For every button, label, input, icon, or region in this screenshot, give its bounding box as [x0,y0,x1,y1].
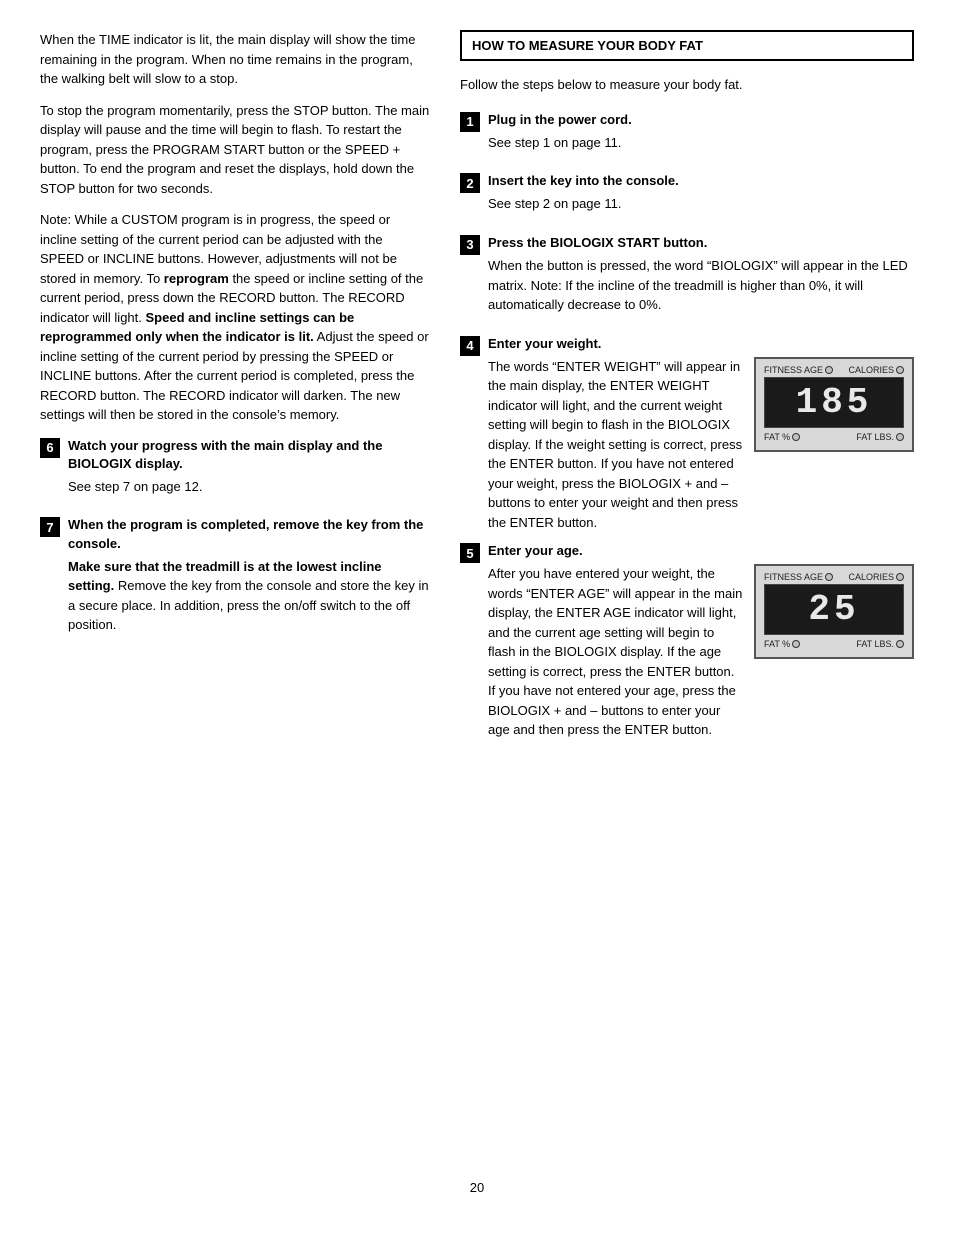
step-7-content: When the program is completed, remove th… [68,516,430,646]
lcd5-top-right: CALORIES [848,572,904,582]
right-step-2-title: Insert the key into the console. [488,172,914,190]
right-step-3-title: Press the BIOLOGIX START button. [488,234,914,252]
step-6-number: 6 [40,438,60,458]
lcd5-top-left: FITNESS AGE [764,572,833,582]
lcd4-top-left: FITNESS AGE [764,365,833,375]
lcd4-screen: 185 [764,377,904,428]
lcd4-bottom-row: FAT % FAT LBS. [764,432,904,442]
lcd5-bottom-right-label: FAT LBS. [856,639,894,649]
step-6-body: See step 7 on page 12. [68,477,430,497]
right-step-1-content: Plug in the power cord. See step 1 on pa… [488,111,914,165]
lcd4-bottom-left: FAT % [764,432,800,442]
lcd4-bottom-right: FAT LBS. [856,432,904,442]
lcd5-bottom-right-circle [896,640,904,648]
right-step-5-title: Enter your age. [488,542,914,560]
right-step-2-number: 2 [460,173,480,193]
lcd5-top-right-circle [896,573,904,581]
lcd4-top-right: CALORIES [848,365,904,375]
right-step-5-number: 5 [460,543,480,563]
right-step-5-display: FITNESS AGE CALORIES 25 [754,564,914,659]
right-step-5: 5 Enter your age. After you have entered… [460,542,914,740]
left-step-7: 7 When the program is completed, remove … [40,516,430,646]
lcd4-bottom-right-circle [896,433,904,441]
left-para1: When the TIME indicator is lit, the main… [40,30,430,89]
lcd5-bottom-right: FAT LBS. [856,639,904,649]
section-header-box: HOW TO MEASURE YOUR BODY FAT [460,30,914,61]
lcd5-top-left-circle [825,573,833,581]
right-step-4: 4 Enter your weight. The words “ENTER WE… [460,335,914,533]
right-step-3-number: 3 [460,235,480,255]
left-para2: To stop the program momentarily, press t… [40,101,430,199]
step-7-body: Make sure that the treadmill is at the l… [68,557,430,635]
right-step-3: 3 Press the BIOLOGIX START button. When … [460,234,914,327]
right-column: HOW TO MEASURE YOUR BODY FAT Follow the … [460,30,914,1160]
step-7-title: When the program is completed, remove th… [68,516,430,552]
right-step-1-title: Plug in the power cord. [488,111,914,129]
lcd5-top-left-label: FITNESS AGE [764,572,823,582]
lcd4-bottom-left-label: FAT % [764,432,790,442]
lcd4-bottom-left-circle [792,433,800,441]
right-step-4-content: Enter your weight. The words “ENTER WEIG… [488,335,914,533]
lcd5-bottom-left: FAT % [764,639,800,649]
right-step-3-content: Press the BIOLOGIX START button. When th… [488,234,914,327]
right-step-5-body-inner: After you have entered your weight, the … [488,564,914,740]
lcd4-top-right-label: CALORIES [848,365,894,375]
step-6-content: Watch your progress with the main displa… [68,437,430,509]
right-step-5-content: Enter your age. After you have entered y… [488,542,914,740]
right-step-1-body: See step 1 on page 11. [488,133,914,153]
right-step-4-post: begin to flash in the BIOLOGIX display. … [488,417,742,530]
lcd5-bottom-left-circle [792,640,800,648]
right-step-4-body-inner: The words “ENTER WEIGHT” will appear in … [488,357,914,533]
lcd4-top-row: FITNESS AGE CALORIES [764,365,904,375]
page-number: 20 [40,1180,914,1195]
right-step-2-content: Insert the key into the console. See ste… [488,172,914,226]
main-columns: When the TIME indicator is lit, the main… [40,30,914,1160]
lcd5-bottom-row: FAT % FAT LBS. [764,639,904,649]
lcd4-bottom-right-label: FAT LBS. [856,432,894,442]
step-6-title: Watch your progress with the main displa… [68,437,430,473]
right-step-4-display: FITNESS AGE CALORIES 185 [754,357,914,452]
left-para3-bold: reprogram [164,271,229,286]
left-step-6: 6 Watch your progress with the main disp… [40,437,430,509]
left-para3: Note: While a CUSTOM program is in progr… [40,210,430,425]
step-7-number: 7 [40,517,60,537]
follow-text: Follow the steps below to measure your b… [460,75,914,95]
lcd5-top-row: FITNESS AGE CALORIES [764,572,904,582]
right-step-5-text: After you have entered your weight, the … [488,564,744,740]
right-step-2-body: See step 2 on page 11. [488,194,914,214]
right-step-5-post: the current age setting will begin to fl… [488,625,736,738]
lcd4-top-left-circle [825,366,833,374]
lcd4-top-right-circle [896,366,904,374]
lcd4-top-left-label: FITNESS AGE [764,365,823,375]
right-step-4-text: The words “ENTER WEIGHT” will appear in … [488,357,744,533]
right-step-4-title: Enter your weight. [488,335,914,353]
right-step-1: 1 Plug in the power cord. See step 1 on … [460,111,914,165]
lcd5-bottom-left-label: FAT % [764,639,790,649]
lcd5-top-right-label: CALORIES [848,572,894,582]
lcd5-screen: 25 [764,584,904,635]
right-step-4-number: 4 [460,336,480,356]
right-step-2: 2 Insert the key into the console. See s… [460,172,914,226]
right-step-3-body: When the button is pressed, the word “BI… [488,256,914,315]
left-column: When the TIME indicator is lit, the main… [40,30,430,1160]
step-7-body: Remove the key from the console and stor… [68,578,429,632]
page: When the TIME indicator is lit, the main… [0,0,954,1235]
section-title: HOW TO MEASURE YOUR BODY FAT [472,38,703,53]
right-step-1-number: 1 [460,112,480,132]
